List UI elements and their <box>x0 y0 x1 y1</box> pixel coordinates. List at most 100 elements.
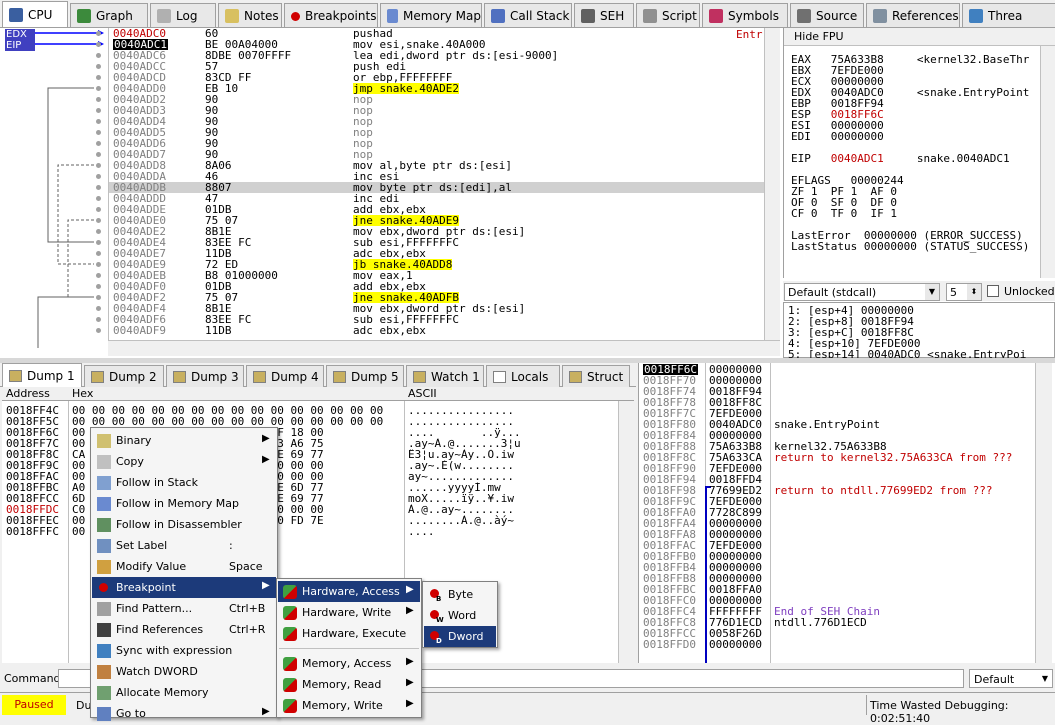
dump-tab-dump-3[interactable]: Dump 3 <box>166 365 244 387</box>
context-menu-item-binary[interactable]: Binary ▶ <box>92 430 276 451</box>
dump-ascii[interactable]: À.@..ay~........ <box>408 504 608 515</box>
dump-vscroll[interactable] <box>618 401 634 663</box>
tab-script[interactable]: Script <box>636 3 700 27</box>
stepper-arrows-icon[interactable]: ⬍ <box>967 284 981 300</box>
dump-hex[interactable]: 00 <box>72 526 85 537</box>
disassembly-view[interactable]: 0040ADC0 60 pushad 0040ADC1 BE 00A04000 mov e… <box>108 28 764 340</box>
tab-call-stack[interactable]: Call Stack <box>484 3 572 27</box>
context-menu-item-copy[interactable]: Copy ▶ <box>92 451 276 472</box>
register-row[interactable]: EIP 0040ADC1 snake.0040ADC1 <box>791 153 1010 164</box>
context-menu-item-watch-dword[interactable]: Watch DWORD <box>92 661 276 682</box>
register-row[interactable]: LastStatus 00000000 (STATUS_SUCCESS) <box>791 241 1029 252</box>
dump-tab-dump-2[interactable]: Dump 2 <box>84 365 164 387</box>
dump-ascii[interactable]: ay~............. <box>408 471 608 482</box>
stack-value[interactable]: 00000000 <box>709 639 762 650</box>
breakpoint-dot-icon[interactable] <box>96 196 101 201</box>
tab-notes[interactable]: Notes <box>218 3 282 27</box>
tab-symbols[interactable]: Symbols <box>702 3 788 27</box>
register-row[interactable]: EDI 00000000 <box>791 131 884 142</box>
context-menu-item-follow-in-memory-map[interactable]: Follow in Memory Map <box>92 493 276 514</box>
dump-ascii[interactable]: ......yyyyÍ.mw <box>408 482 608 493</box>
breakpoint-dot-icon[interactable] <box>96 53 101 58</box>
hide-fpu-button[interactable]: Hide FPU <box>794 31 844 42</box>
bp-menu-item-hardware-access[interactable]: Hardware, Access ▶ <box>278 581 420 602</box>
dump-tab-struct[interactable]: Struct <box>562 365 630 387</box>
breakpoint-dot-icon[interactable] <box>96 240 101 245</box>
breakpoint-dot-icon[interactable] <box>96 284 101 289</box>
dump-ascii[interactable]: .ay~À.@.......3¦u <box>408 438 608 449</box>
breakpoint-dot-icon[interactable] <box>96 251 101 256</box>
breakpoint-dot-icon[interactable] <box>96 317 101 322</box>
context-menu-item-find-references[interactable]: Find References Ctrl+R <box>92 619 276 640</box>
dump-ascii[interactable]: .... ..ÿ... <box>408 427 608 438</box>
breakpoint-dot-icon[interactable] <box>96 185 101 190</box>
context-menu-item-set-label[interactable]: Set Label: <box>92 535 276 556</box>
dump-ascii[interactable]: .... <box>408 526 608 537</box>
dump-ascii[interactable]: ................ <box>408 416 608 427</box>
context-menu-item-find-pattern[interactable]: Find Pattern... Ctrl+B <box>92 598 276 619</box>
arguments-panel[interactable]: 1: [esp+4] 00000000 2: [esp+8] 0018FF94 3:… <box>783 302 1055 360</box>
dump-ascii[interactable]: .ay~.È(w........ <box>408 460 608 471</box>
context-menu-item-follow-in-stack[interactable]: Follow in Stack <box>92 472 276 493</box>
calling-convention-select[interactable]: Default (stdcall) <box>784 283 940 301</box>
bp-menu-item-memory-access[interactable]: Memory, Access ▶ <box>278 653 420 674</box>
tab-graph[interactable]: Graph <box>70 3 148 27</box>
context-menu-item-go-to[interactable]: Go to ▶ <box>92 703 276 724</box>
stack-address[interactable]: 0018FFD0 <box>643 639 696 650</box>
context-menu-item-sync-with-expression[interactable]: Sync with expression <box>92 640 276 661</box>
chevron-down-icon[interactable]: ▼ <box>1038 670 1052 687</box>
size-menu-item-word[interactable]: W Word <box>424 605 496 626</box>
unlocked-checkbox[interactable] <box>987 285 999 297</box>
context-menu-item-breakpoint[interactable]: Breakpoint ▶ <box>92 577 276 598</box>
tab-memory-map[interactable]: Memory Map <box>380 3 482 27</box>
breakpoint-dot-icon[interactable] <box>96 295 101 300</box>
breakpoint-dot-icon[interactable] <box>96 163 101 168</box>
size-menu-item-byte[interactable]: B Byte <box>424 584 496 605</box>
register-row[interactable]: CF 0 TF 0 IF 1 <box>791 208 897 219</box>
breakpoint-dot-icon[interactable] <box>96 229 101 234</box>
breakpoint-dot-icon[interactable] <box>96 75 101 80</box>
dump-tab-watch-1[interactable]: Watch 1 <box>406 365 484 387</box>
bp-menu-item-memory-write[interactable]: Memory, Write ▶ <box>278 695 420 716</box>
breakpoint-dot-icon[interactable] <box>96 64 101 69</box>
bp-menu-item-memory-read[interactable]: Memory, Read ▶ <box>278 674 420 695</box>
dump-ascii[interactable]: Ê3¦u.ay~Ày..Ò.iw <box>408 449 608 460</box>
breakpoint-dot-icon[interactable] <box>96 31 101 36</box>
dump-tab-dump-1[interactable]: Dump 1 <box>2 363 82 387</box>
bp-menu-item-hardware-write[interactable]: Hardware, Write ▶ <box>278 602 420 623</box>
stack-view[interactable]: 0018FF6C 00000000 0018FF70 00000000 0018FF74… <box>638 363 1055 663</box>
disasm-hscroll[interactable] <box>108 340 780 356</box>
dump-ascii[interactable]: ........À.@..àý~ <box>408 515 608 526</box>
breakpoint-dot-icon[interactable] <box>96 207 101 212</box>
size-menu-item-dword[interactable]: D Dword <box>424 626 496 647</box>
breakpoint-dot-icon[interactable] <box>96 262 101 267</box>
bp-menu-item-hardware-execute[interactable]: Hardware, Execute <box>278 623 420 644</box>
breakpoint-dot-icon[interactable] <box>96 306 101 311</box>
dump-address[interactable]: 0018FFFC <box>6 526 59 537</box>
breakpoint-dot-icon[interactable] <box>96 141 101 146</box>
breakpoint-dot-icon[interactable] <box>96 328 101 333</box>
breakpoint-dot-icon[interactable] <box>96 152 101 157</box>
dump-tab-locals[interactable]: Locals <box>486 365 560 387</box>
registers-vscroll[interactable] <box>1040 46 1055 278</box>
breakpoint-dot-icon[interactable] <box>96 42 101 47</box>
tab-seh[interactable]: SEH <box>574 3 634 27</box>
tab-source[interactable]: Source <box>790 3 864 27</box>
context-menu-item-follow-in-disassembler[interactable]: Follow in Disassembler <box>92 514 276 535</box>
breakpoint-dot-icon[interactable] <box>96 86 101 91</box>
breakpoint-dot-icon[interactable] <box>96 174 101 179</box>
breakpoint-dot-icon[interactable] <box>96 218 101 223</box>
disasm-vscroll[interactable] <box>764 28 780 340</box>
context-menu-item-modify-value[interactable]: Modify Value Space <box>92 556 276 577</box>
dump-tab-dump-5[interactable]: Dump 5 <box>326 365 404 387</box>
breakpoint-dot-icon[interactable] <box>96 119 101 124</box>
tab-breakpoints[interactable]: Breakpoints <box>284 3 378 27</box>
stack-vscroll[interactable] <box>1035 363 1052 663</box>
dump-tab-dump-4[interactable]: Dump 4 <box>246 365 324 387</box>
chevron-down-icon[interactable]: ▼ <box>925 284 939 300</box>
breakpoint-dot-icon[interactable] <box>96 108 101 113</box>
tab-cpu[interactable]: CPU <box>2 1 68 27</box>
tab-references[interactable]: References <box>866 3 960 27</box>
context-menu-item-allocate-memory[interactable]: Allocate Memory <box>92 682 276 703</box>
breakpoint-dot-icon[interactable] <box>96 130 101 135</box>
